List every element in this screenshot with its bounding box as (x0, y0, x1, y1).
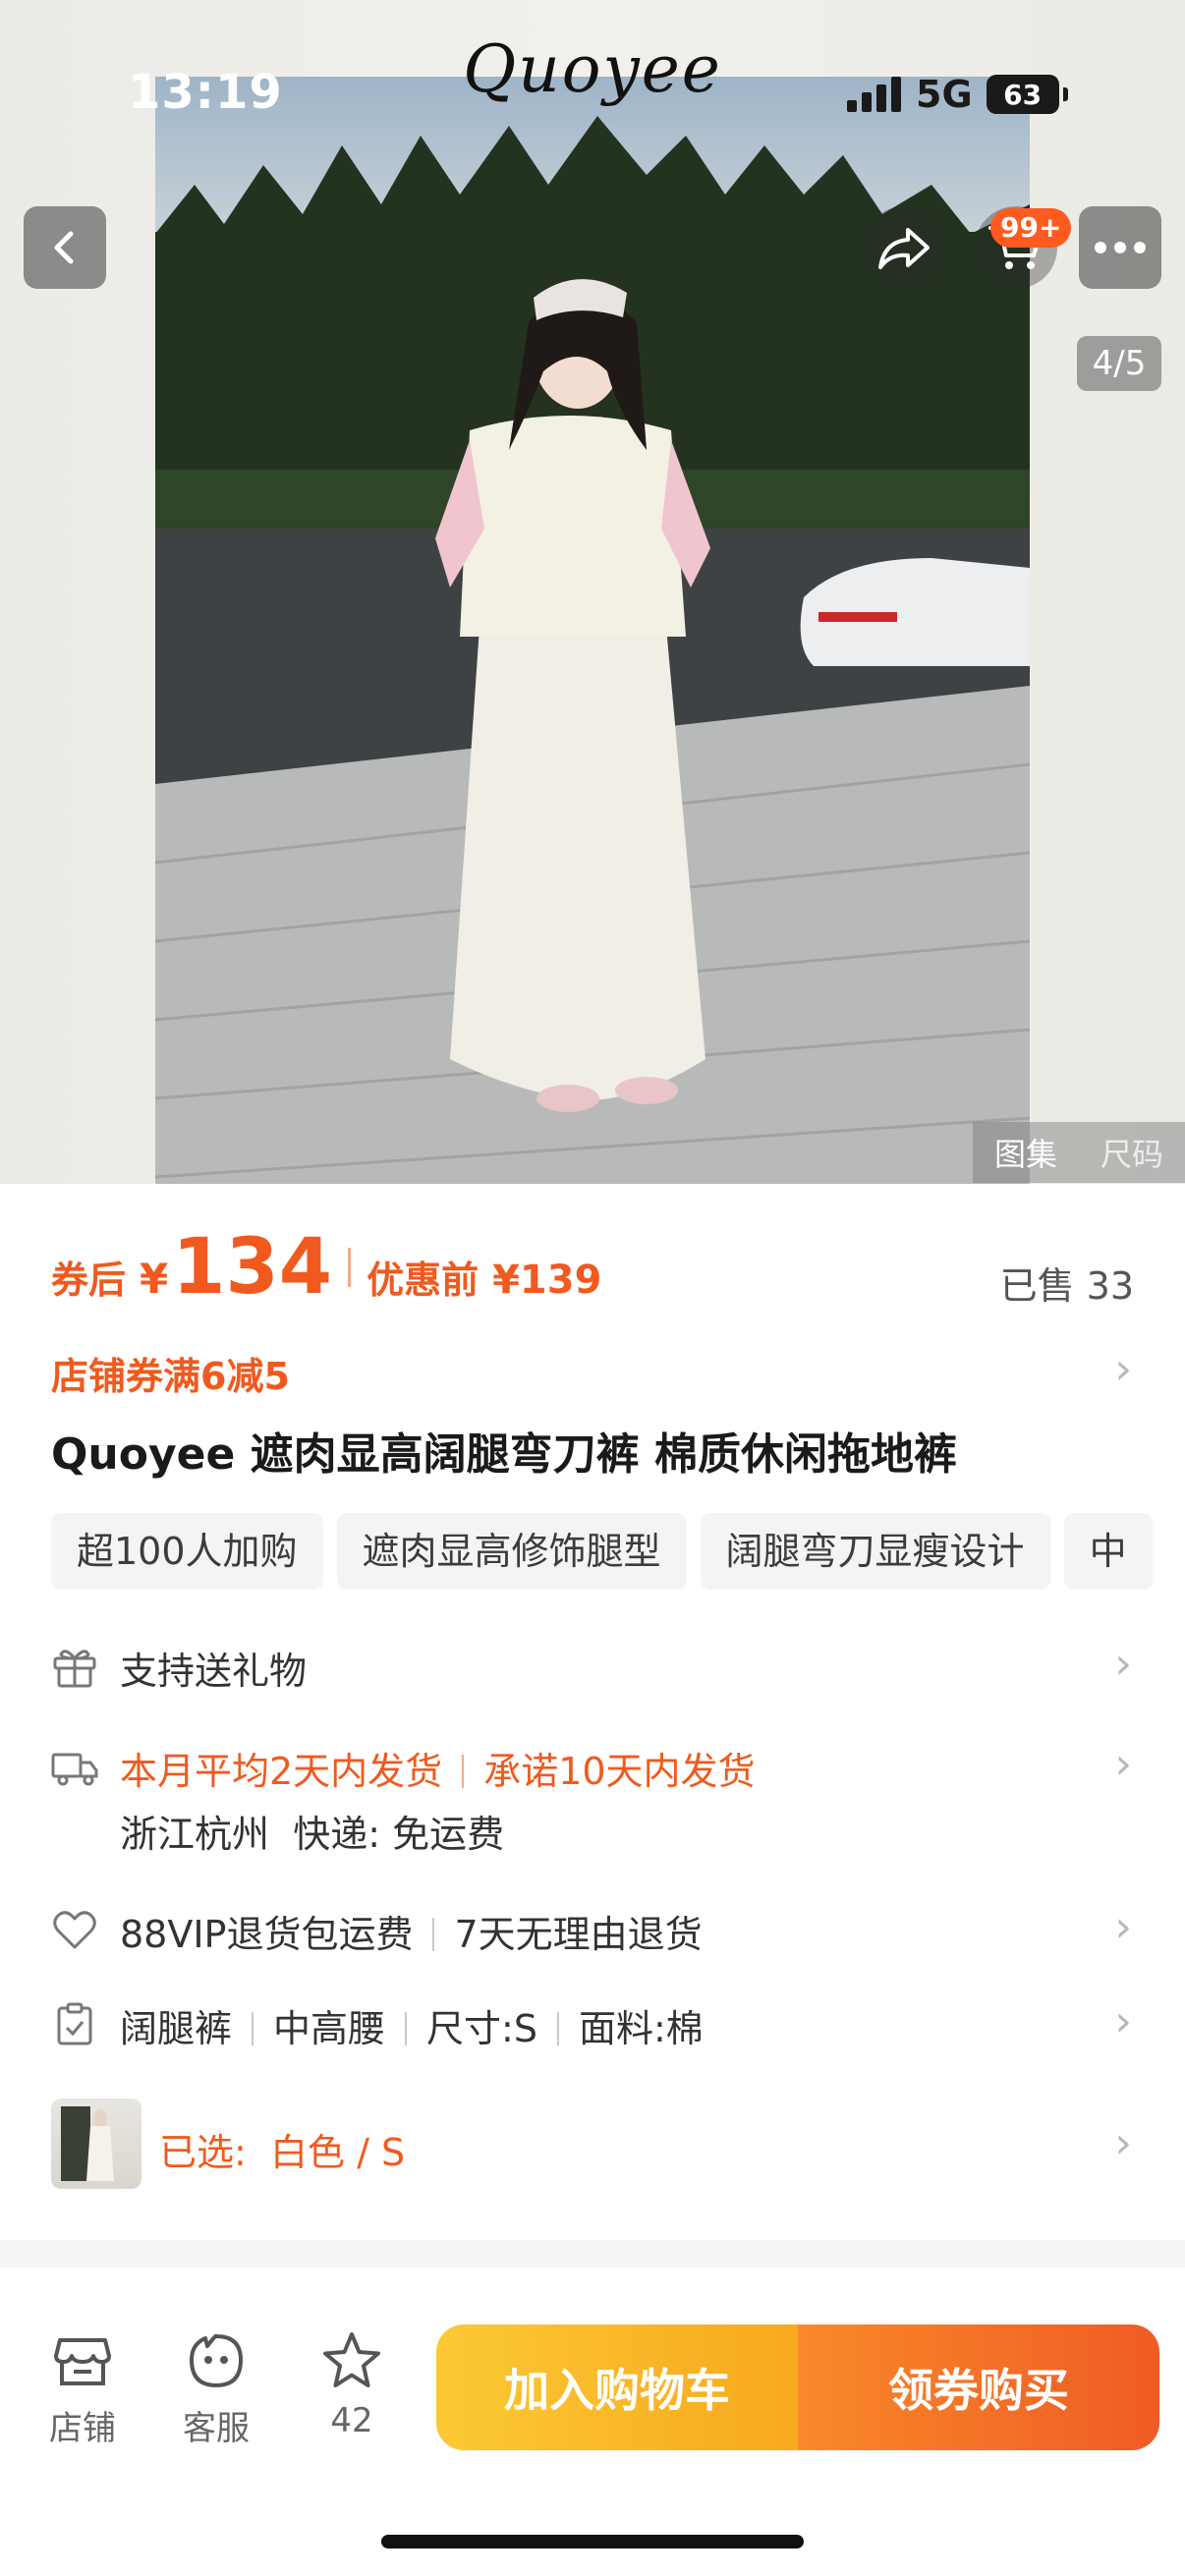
add-to-cart-button[interactable]: 加入购物车 (436, 2324, 798, 2450)
product-title: Quoyee 遮肉显高阔腿弯刀裤 棉质休闲拖地裤 (51, 1429, 957, 1480)
selected-label: 已选: (159, 2131, 247, 2174)
vip-return: 88VIP退货包运费 (120, 1913, 414, 1956)
no-reason-return: 7天无理由退货 (454, 1913, 703, 1956)
chevron-right-icon[interactable]: › (1114, 2118, 1132, 2168)
feature-tag[interactable]: 超100人加购 (51, 1513, 323, 1590)
store-button[interactable]: 店铺 (33, 2330, 132, 2449)
chevron-right-icon[interactable]: › (1114, 1344, 1132, 1394)
back-icon (54, 231, 74, 264)
chevron-right-icon[interactable]: › (1114, 1739, 1132, 1789)
feature-tag[interactable]: 中 (1063, 1513, 1153, 1590)
shipping-promise[interactable]: 本月平均2天内发货 承诺10天内发货 (120, 1741, 756, 1795)
after-coupon-price: 134 (172, 1223, 333, 1312)
cart-badge: 99+ (990, 208, 1072, 248)
currency-symbol: ¥ (140, 1255, 169, 1303)
attr-style: 阔腿裤 (120, 2007, 233, 2050)
shipping-origin: 浙江杭州 快递: 免运费 (120, 1804, 504, 1858)
home-indicator (381, 2535, 804, 2548)
customer-service-button[interactable]: 客服 (167, 2330, 265, 2449)
heart-icon (53, 1911, 96, 1949)
price-divider (348, 1248, 352, 1287)
purchase-actions: 加入购物车 领券购买 (436, 2324, 1159, 2450)
service-label: 客服 (183, 2409, 250, 2448)
sold-count: 已售 33 (999, 1264, 1134, 1308)
product-attributes[interactable]: 阔腿裤 中高腰 尺寸:S 面料:棉 (120, 1998, 704, 2052)
gallery-tabs: 图集 尺码 (973, 1122, 1185, 1183)
battery-level: 63 (986, 75, 1059, 114)
divider (405, 2012, 408, 2045)
variant-thumbnail-image (61, 2106, 114, 2181)
store-label: 店铺 (49, 2409, 116, 2448)
feature-tag[interactable]: 阔腿弯刀显瘦设计 (700, 1513, 1050, 1590)
signal-icon (847, 77, 901, 112)
section-divider (0, 2240, 1185, 2268)
divider (432, 1918, 435, 1951)
clipboard-icon (57, 2002, 92, 2045)
service-icon (190, 2333, 243, 2387)
back-button[interactable] (24, 206, 106, 289)
more-button[interactable] (1079, 206, 1161, 289)
divider (252, 2012, 254, 2045)
image-pager: 4/5 (1077, 336, 1161, 391)
chevron-right-icon[interactable]: › (1114, 1639, 1132, 1689)
favorite-button[interactable]: 42 (303, 2330, 401, 2440)
variant-thumbnail[interactable] (51, 2099, 141, 2189)
share-icon (878, 228, 930, 269)
gift-support[interactable]: 支持送礼物 (120, 1641, 307, 1695)
share-button[interactable] (863, 206, 945, 289)
selected-value: 白色 / S (269, 2131, 406, 2174)
buy-with-coupon-button[interactable]: 领券购买 (798, 2324, 1159, 2450)
favorite-count: 42 (330, 2401, 373, 2440)
ship-fee: 快递: 免运费 (293, 1813, 505, 1856)
chevron-right-icon[interactable]: › (1114, 1902, 1132, 1952)
store-coupon[interactable]: 店铺券满6减5 (51, 1346, 290, 1400)
gift-icon (53, 1650, 96, 1688)
status-time: 13:19 (128, 65, 283, 120)
tab-gallery[interactable]: 图集 (973, 1130, 1079, 1175)
divider (556, 2012, 559, 2045)
chevron-right-icon[interactable]: › (1114, 1996, 1132, 2046)
more-icon (1095, 242, 1146, 253)
network-type: 5G (916, 73, 973, 116)
ship-commitment: 承诺10天内发货 (483, 1750, 756, 1793)
return-policy[interactable]: 88VIP退货包运费 7天无理由退货 (120, 1904, 703, 1958)
after-coupon-label: 券后 (51, 1259, 127, 1302)
selected-variant[interactable]: 已选: 白色 / S (159, 2122, 405, 2176)
product-gallery[interactable] (0, 0, 1185, 1184)
feature-tags: 超100人加购 遮肉显高修饰腿型 阔腿弯刀显瘦设计 中 (51, 1513, 1153, 1590)
price-row: 券后 ¥ 134 优惠前 ¥139 (51, 1223, 601, 1312)
before-discount-price: ¥139 (492, 1258, 602, 1303)
before-discount-label: 优惠前 (367, 1259, 480, 1302)
divider (462, 1755, 465, 1788)
star-icon (323, 2332, 380, 2387)
status-bar-right: 5G 63 (847, 71, 1068, 118)
tab-size[interactable]: 尺码 (1079, 1130, 1185, 1175)
attr-fabric: 面料:棉 (578, 2007, 704, 2050)
store-icon (54, 2338, 111, 2385)
attr-size: 尺寸:S (426, 2007, 537, 2050)
ship-average: 本月平均2天内发货 (120, 1750, 443, 1793)
feature-tag[interactable]: 遮肉显高修饰腿型 (336, 1513, 687, 1590)
battery-tip (1062, 87, 1068, 101)
ship-origin: 浙江杭州 (120, 1813, 270, 1856)
attr-waist: 中高腰 (273, 2007, 386, 2050)
truck-icon (51, 1753, 98, 1786)
